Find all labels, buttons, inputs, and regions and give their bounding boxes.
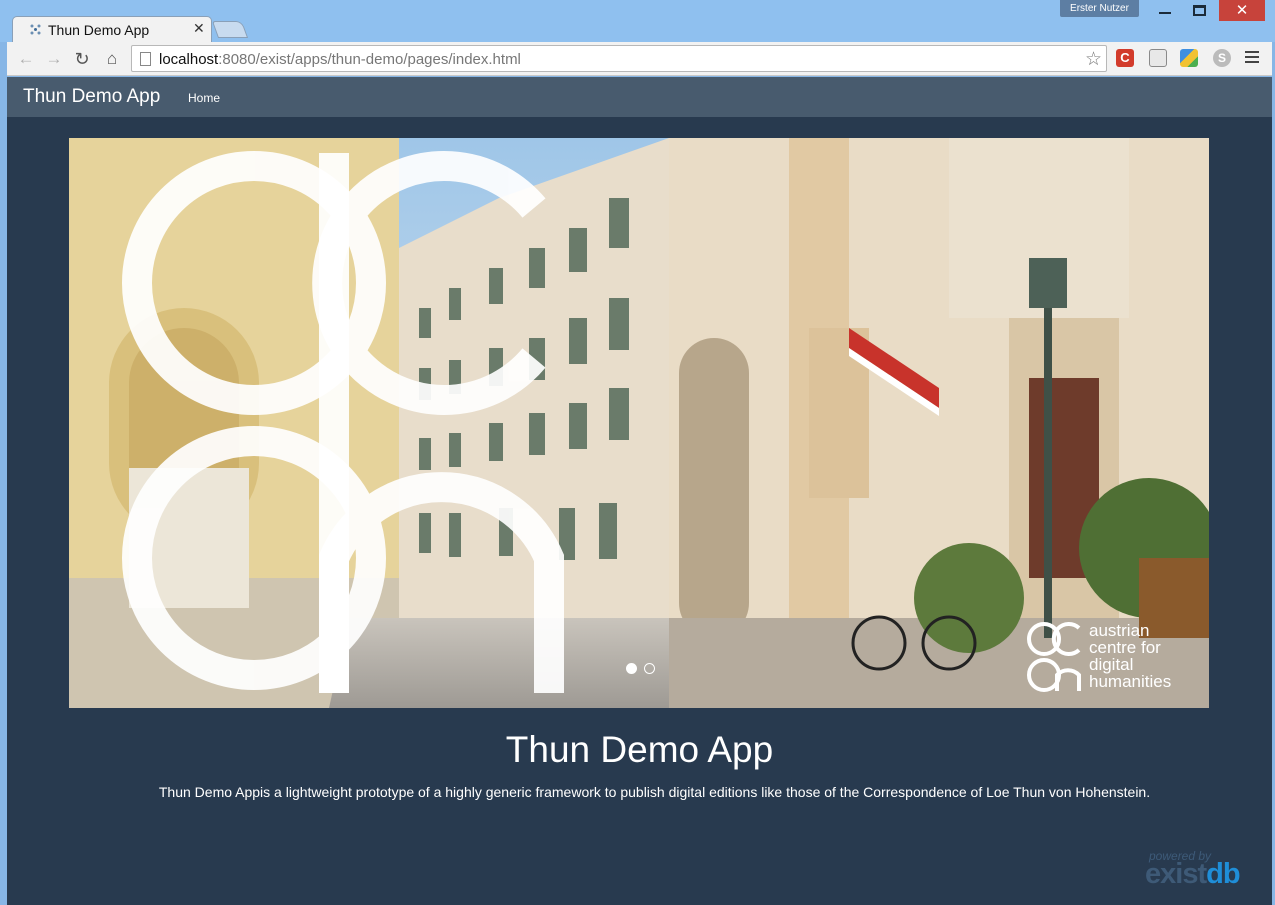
url-text[interactable]: localhost:8080/exist/apps/thun-demo/page… xyxy=(159,51,521,68)
logo-line: humanities xyxy=(1089,672,1172,691)
db-part: db xyxy=(1206,858,1240,890)
window-maximize-button[interactable] xyxy=(1182,0,1216,21)
extension-c-icon[interactable]: C xyxy=(1116,49,1134,67)
tab-close-icon[interactable]: ✕ xyxy=(193,20,205,37)
maximize-icon xyxy=(1193,5,1206,16)
page-description: Thun Demo Appis a lightweight prototype … xyxy=(158,784,1151,800)
browser-toolbar: ← → ↻ ⌂ localhost:8080/exist/apps/thun-d… xyxy=(7,42,1272,76)
existdb-wordmark: existdb xyxy=(1145,858,1241,891)
bookmark-star-icon[interactable]: ☆ xyxy=(1085,48,1102,71)
logo-line: austrian xyxy=(1089,621,1150,640)
extension-cube-icon[interactable] xyxy=(1180,49,1198,67)
navbar-brand[interactable]: Thun Demo App xyxy=(23,86,160,108)
minimize-icon xyxy=(1159,12,1171,14)
image-carousel[interactable]: austrian centre for digital humanities xyxy=(69,138,1209,708)
extension-skype-icon[interactable]: S xyxy=(1213,49,1231,67)
page-content: Thun Demo App Home austrian centre for d… xyxy=(7,77,1272,905)
window-close-button[interactable]: ✕ xyxy=(1219,0,1265,21)
back-button[interactable]: ← xyxy=(15,48,37,70)
existdb-logo[interactable]: powered by existdb xyxy=(1143,849,1258,899)
tab-title: Thun Demo App xyxy=(48,22,150,38)
extension-document-icon[interactable] xyxy=(1149,49,1167,67)
carousel-indicator-2[interactable] xyxy=(644,663,656,674)
url-path: :8080/exist/apps/thun-demo/pages/index.h… xyxy=(218,51,521,68)
user-profile-badge[interactable]: Erster Nutzer xyxy=(1060,0,1139,17)
acdh-logo-text: austrian centre for digital humanities xyxy=(1089,622,1171,690)
carousel-slide-image xyxy=(69,138,1209,708)
url-host: localhost xyxy=(159,51,219,68)
browser-tab-active[interactable]: Thun Demo App ✕ xyxy=(12,16,212,43)
favicon-icon xyxy=(30,24,41,35)
carousel-indicator-1[interactable] xyxy=(626,663,637,674)
logo-line: centre for xyxy=(1089,638,1161,657)
exist-part: exist xyxy=(1145,858,1207,890)
logo-line: digital xyxy=(1089,655,1134,674)
home-button[interactable]: ⌂ xyxy=(101,48,123,70)
address-bar[interactable]: localhost:8080/exist/apps/thun-demo/page… xyxy=(131,45,1107,72)
new-tab-button[interactable] xyxy=(211,21,249,38)
reload-button[interactable]: ↻ xyxy=(71,48,93,70)
forward-button[interactable]: → xyxy=(43,48,65,70)
app-navbar: Thun Demo App Home xyxy=(7,77,1272,117)
nav-link-home[interactable]: Home xyxy=(188,91,220,105)
window-minimize-button[interactable] xyxy=(1148,0,1182,21)
page-title: Thun Demo App xyxy=(505,729,774,770)
page-icon xyxy=(140,52,151,66)
carousel-indicators xyxy=(626,661,658,679)
window-titlebar: Erster Nutzer ✕ Thun Demo App ✕ xyxy=(0,0,1275,43)
browser-menu-icon[interactable] xyxy=(1245,51,1259,65)
